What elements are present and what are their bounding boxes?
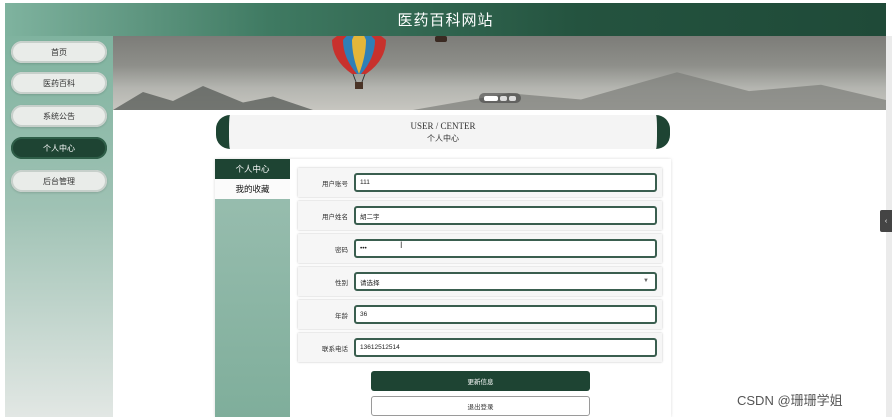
section-title-en: USER / CENTER — [410, 120, 476, 131]
field-label: 用户姓名 — [322, 213, 348, 221]
hot-air-balloon-image — [332, 36, 386, 89]
field-label: 性别 — [335, 279, 348, 287]
name-input[interactable]: 胡二宇 — [354, 206, 657, 225]
menu-item-personal-center[interactable]: 个人中心 — [215, 159, 290, 179]
carousel-dot[interactable] — [500, 95, 507, 101]
text-cursor-icon: Ι — [400, 240, 403, 250]
banner-carousel — [113, 36, 886, 110]
gender-select-value: 请选择 — [360, 279, 380, 287]
phone-input[interactable]: 13612512514 — [354, 338, 657, 357]
sidebar-item-announcements[interactable]: 系统公告 — [11, 105, 107, 127]
small-balloon-image — [435, 36, 447, 42]
form-row-password: 密码 ••• — [298, 234, 662, 263]
sidebar-item-personal-center[interactable]: 个人中心 — [11, 137, 107, 159]
top-header: 医药百科网站 — [5, 3, 886, 36]
logout-button[interactable]: 退出登录 — [371, 396, 590, 416]
account-input[interactable]: 111 — [354, 173, 657, 192]
field-label: 联系电话 — [322, 345, 348, 353]
form-row-account: 用户账号 111 — [298, 168, 662, 197]
gender-select[interactable]: 请选择 ▼ — [354, 272, 657, 291]
field-label: 密码 — [335, 246, 348, 254]
sidebar-nav: 首页 医药百科 系统公告 个人中心 后台管理 — [5, 36, 113, 417]
section-title-cn: 个人中心 — [427, 133, 459, 143]
sidebar-item-admin[interactable]: 后台管理 — [11, 170, 107, 192]
field-label: 年龄 — [335, 312, 348, 320]
form-row-gender: 性别 请选择 ▼ — [298, 267, 662, 296]
banner-mountain — [413, 72, 886, 110]
form-row-age: 年龄 36 — [298, 300, 662, 329]
carousel-dot[interactable] — [509, 95, 516, 101]
collapse-arrow-icon[interactable]: ‹ — [880, 210, 892, 232]
carousel-indicators — [479, 93, 521, 103]
sidebar-item-encyclopedia[interactable]: 医药百科 — [11, 72, 107, 94]
site-title: 医药百科网站 — [397, 12, 494, 29]
update-info-button[interactable]: 更新信息 — [371, 371, 590, 391]
banner-mountain — [113, 86, 313, 110]
sidebar-item-home[interactable]: 首页 — [11, 41, 107, 63]
watermark: CSDN @珊珊学姐 — [737, 393, 843, 408]
user-center-menu: 个人中心 我的收藏 — [215, 159, 290, 417]
chevron-down-icon: ▼ — [643, 278, 649, 284]
section-heading: USER / CENTER 个人中心 — [216, 115, 670, 149]
age-input[interactable]: 36 — [354, 305, 657, 324]
form-row-phone: 联系电话 13612512514 — [298, 333, 662, 362]
field-label: 用户账号 — [322, 180, 348, 188]
carousel-dot[interactable] — [484, 95, 498, 101]
form-row-name: 用户姓名 胡二宇 — [298, 201, 662, 230]
menu-item-favorites[interactable]: 我的收藏 — [215, 179, 290, 199]
